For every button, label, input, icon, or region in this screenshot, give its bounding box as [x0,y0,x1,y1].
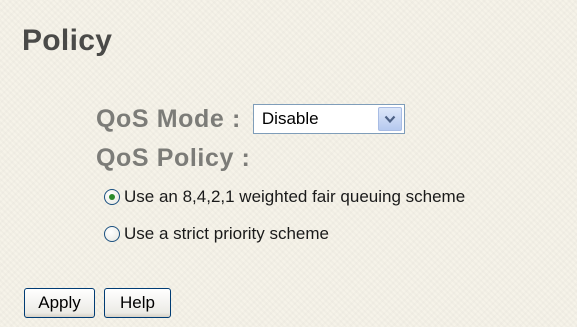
radio-label-wfq[interactable]: Use an 8,4,2,1 weighted fair queuing sch… [124,187,465,207]
radio-option-strict[interactable]: Use a strict priority scheme [104,224,329,244]
qos-mode-selected-value: Disable [261,109,319,128]
qos-mode-row: QoS Mode : Disable [96,104,405,134]
chevron-down-icon[interactable] [377,107,402,131]
radio-checked-dot [109,194,115,200]
qos-mode-label: QoS Mode : [96,104,241,133]
apply-button[interactable]: Apply [24,288,95,318]
radio-button-wfq[interactable] [104,189,120,205]
radio-button-strict[interactable] [104,226,120,242]
qos-mode-select[interactable]: Disable [252,104,405,134]
chevron-down-icon-glyph [384,115,396,123]
page-title: Policy [22,24,113,57]
qos-policy-label: QoS Policy : [96,144,251,172]
help-button[interactable]: Help [104,288,171,318]
radio-option-wfq[interactable]: Use an 8,4,2,1 weighted fair queuing sch… [104,187,465,207]
radio-label-strict[interactable]: Use a strict priority scheme [124,224,329,244]
